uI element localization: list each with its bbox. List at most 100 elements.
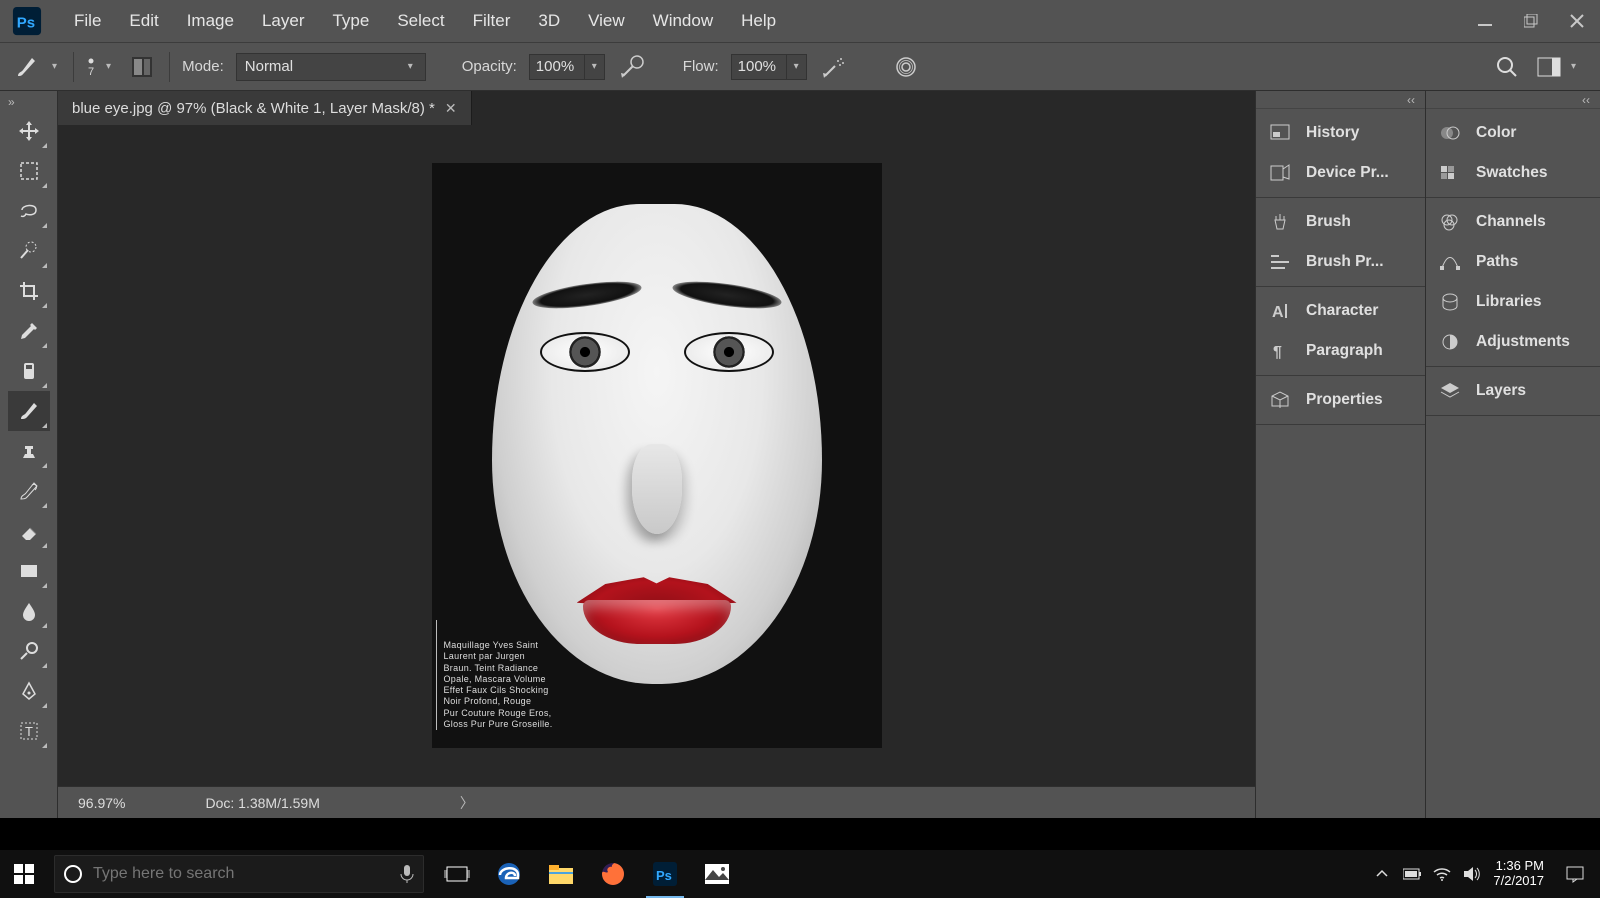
properties-icon [1266, 388, 1294, 412]
move-tool[interactable] [8, 111, 50, 151]
menu-help[interactable]: Help [727, 5, 790, 37]
panel-color[interactable]: Color [1426, 113, 1600, 153]
action-center-icon[interactable] [1556, 850, 1594, 898]
panel-history[interactable]: History [1256, 113, 1425, 153]
color-icon [1436, 121, 1464, 145]
tray-overflow-icon[interactable] [1373, 865, 1391, 883]
panel-brush-presets[interactable]: Brush Pr... [1256, 242, 1425, 282]
zoom-level[interactable]: 96.97% [78, 795, 125, 811]
close-icon[interactable]: ✕ [445, 100, 457, 117]
blend-mode-select[interactable]: Normal ▾ [236, 53, 426, 81]
gradient-tool[interactable] [8, 551, 50, 591]
panel-layers[interactable]: Layers [1426, 371, 1600, 411]
panel-libraries[interactable]: Libraries [1426, 282, 1600, 322]
brush-tool[interactable] [8, 391, 50, 431]
panel-properties[interactable]: Properties [1256, 380, 1425, 420]
photoshop-logo-icon: Ps [10, 4, 44, 38]
menu-filter[interactable]: Filter [459, 5, 525, 37]
menu-items: File Edit Image Layer Type Select Filter… [60, 5, 790, 37]
document-tab-title: blue eye.jpg @ 97% (Black & White 1, Lay… [72, 100, 435, 117]
eyedropper-tool[interactable] [8, 311, 50, 351]
panel-brush[interactable]: Brush [1256, 202, 1425, 242]
maximize-button[interactable] [1508, 4, 1554, 38]
lasso-tool[interactable] [8, 191, 50, 231]
menu-type[interactable]: Type [318, 5, 383, 37]
workspace-icon [1537, 57, 1561, 77]
brush-presets-icon [1266, 250, 1294, 274]
panel-label: Character [1306, 302, 1378, 320]
brush-size-picker[interactable]: 7 ▾ [86, 56, 115, 78]
battery-icon[interactable] [1403, 865, 1421, 883]
dodge-tool[interactable] [8, 631, 50, 671]
character-icon: A [1266, 299, 1294, 323]
task-view-button[interactable] [432, 850, 482, 898]
marquee-tool[interactable] [8, 151, 50, 191]
document-tab[interactable]: blue eye.jpg @ 97% (Black & White 1, Lay… [58, 91, 471, 125]
pen-tool[interactable] [8, 671, 50, 711]
taskbar-search-input[interactable] [93, 865, 389, 883]
taskbar-app-photoshop[interactable]: Ps [640, 850, 690, 898]
taskbar-app-explorer[interactable] [536, 850, 586, 898]
microphone-icon[interactable] [399, 864, 415, 884]
panel-label: Device Pr... [1306, 164, 1389, 182]
menu-edit[interactable]: Edit [115, 5, 172, 37]
flow-label: Flow: [683, 58, 719, 75]
crop-tool[interactable] [8, 271, 50, 311]
history-brush-tool[interactable] [8, 471, 50, 511]
canvas[interactable]: Maquillage Yves Saint Laurent par Jurgen… [58, 125, 1255, 786]
opacity-dropdown[interactable]: ▾ [585, 54, 605, 80]
panel-channels[interactable]: Channels [1426, 202, 1600, 242]
quick-select-tool[interactable] [8, 231, 50, 271]
menu-window[interactable]: Window [639, 5, 727, 37]
panel-paths[interactable]: Paths [1426, 242, 1600, 282]
type-tool[interactable]: T [8, 711, 50, 751]
taskbar-clock[interactable]: 1:36 PM 7/2/2017 [1493, 859, 1544, 889]
menu-layer[interactable]: Layer [248, 5, 319, 37]
paragraph-icon: ¶ [1266, 339, 1294, 363]
menu-view[interactable]: View [574, 5, 639, 37]
clone-stamp-tool[interactable] [8, 431, 50, 471]
flow-dropdown[interactable]: ▾ [787, 54, 807, 80]
eraser-tool[interactable] [8, 511, 50, 551]
taskbar-app-firefox[interactable] [588, 850, 638, 898]
taskbar-app-photos[interactable] [692, 850, 742, 898]
blur-tool[interactable] [8, 591, 50, 631]
panel-character[interactable]: A Character [1256, 291, 1425, 331]
start-button[interactable] [0, 850, 48, 898]
windows-taskbar: Ps 1:36 PM 7/2/2017 [0, 850, 1600, 898]
menu-select[interactable]: Select [383, 5, 458, 37]
tool-preset-picker[interactable]: ▾ [12, 52, 61, 82]
system-tray: 1:36 PM 7/2/2017 [1373, 850, 1600, 898]
collapse-dock-right[interactable]: ‹‹ [1426, 91, 1600, 109]
menu-3d[interactable]: 3D [524, 5, 574, 37]
volume-icon[interactable] [1463, 865, 1481, 883]
flow-input[interactable]: 100% [731, 54, 787, 80]
menu-file[interactable]: File [60, 5, 115, 37]
healing-brush-tool[interactable] [8, 351, 50, 391]
options-bar-right: ▾ [1495, 55, 1588, 79]
panel-label: Layers [1476, 382, 1526, 400]
brush-panel-toggle-icon[interactable] [127, 52, 157, 82]
toolbox-expand-handle[interactable]: » [0, 93, 57, 111]
panel-adjustments[interactable]: Adjustments [1426, 322, 1600, 362]
status-flyout-icon[interactable]: 〉 [460, 793, 474, 813]
menu-bar: Ps File Edit Image Layer Type Select Fil… [0, 0, 1600, 42]
document-size[interactable]: Doc: 1.38M/1.59M [205, 795, 319, 811]
taskbar-search[interactable] [54, 855, 424, 893]
collapse-dock-left[interactable]: ‹‹ [1256, 91, 1425, 109]
chevron-down-icon: ▾ [404, 61, 417, 72]
panel-swatches[interactable]: Swatches [1426, 153, 1600, 193]
search-icon[interactable] [1495, 55, 1519, 79]
airbrush-icon[interactable] [819, 52, 849, 82]
pressure-opacity-icon[interactable] [617, 52, 647, 82]
workspace-switcher[interactable]: ▾ [1537, 57, 1580, 77]
wifi-icon[interactable] [1433, 865, 1451, 883]
panel-paragraph[interactable]: ¶Paragraph [1256, 331, 1425, 371]
opacity-input[interactable]: 100% [529, 54, 585, 80]
panel-device-preview[interactable]: Device Pr... [1256, 153, 1425, 193]
minimize-button[interactable] [1462, 4, 1508, 38]
close-button[interactable] [1554, 4, 1600, 38]
pressure-size-icon[interactable] [891, 52, 921, 82]
taskbar-app-edge[interactable] [484, 850, 534, 898]
menu-image[interactable]: Image [173, 5, 248, 37]
